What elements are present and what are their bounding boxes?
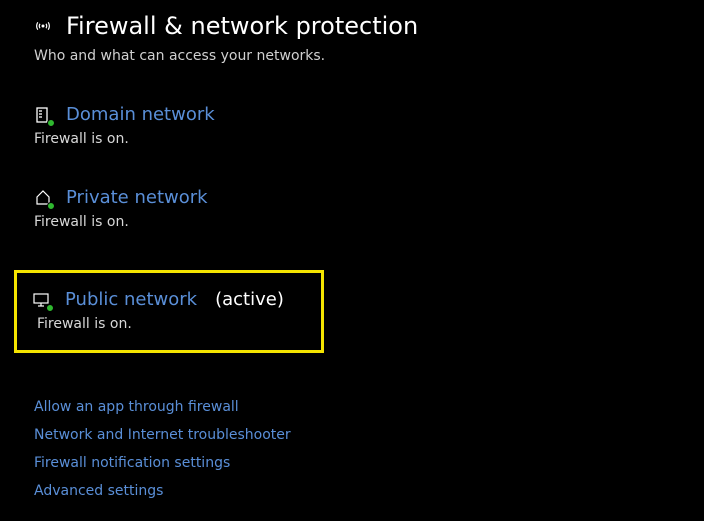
advanced-settings-link[interactable]: Advanced settings xyxy=(34,483,704,499)
private-network-block[interactable]: Private network Firewall is on. xyxy=(34,187,704,230)
allow-app-link[interactable]: Allow an app through firewall xyxy=(34,399,704,415)
private-network-status: Firewall is on. xyxy=(34,214,704,230)
private-network-icon xyxy=(34,189,52,207)
notifications-link[interactable]: Firewall notification settings xyxy=(34,455,704,471)
domain-network-icon xyxy=(34,106,52,124)
private-network-link[interactable]: Private network xyxy=(66,187,208,208)
page-subtitle: Who and what can access your networks. xyxy=(34,48,704,64)
public-network-block[interactable]: Public network (active) Firewall is on. xyxy=(14,270,324,353)
public-network-status: Firewall is on. xyxy=(37,316,321,332)
page-header: Firewall & network protection xyxy=(34,12,704,40)
domain-network-link[interactable]: Domain network xyxy=(66,104,215,125)
domain-network-status: Firewall is on. xyxy=(34,131,704,147)
page-title: Firewall & network protection xyxy=(66,12,418,40)
public-network-link[interactable]: Public network xyxy=(65,289,197,310)
troubleshooter-link[interactable]: Network and Internet troubleshooter xyxy=(34,427,704,443)
settings-links: Allow an app through firewall Network an… xyxy=(34,393,704,499)
domain-network-block[interactable]: Domain network Firewall is on. xyxy=(34,104,704,147)
broadcast-icon xyxy=(34,17,52,35)
public-network-icon xyxy=(33,291,51,309)
public-network-active-label: (active) xyxy=(215,289,284,310)
